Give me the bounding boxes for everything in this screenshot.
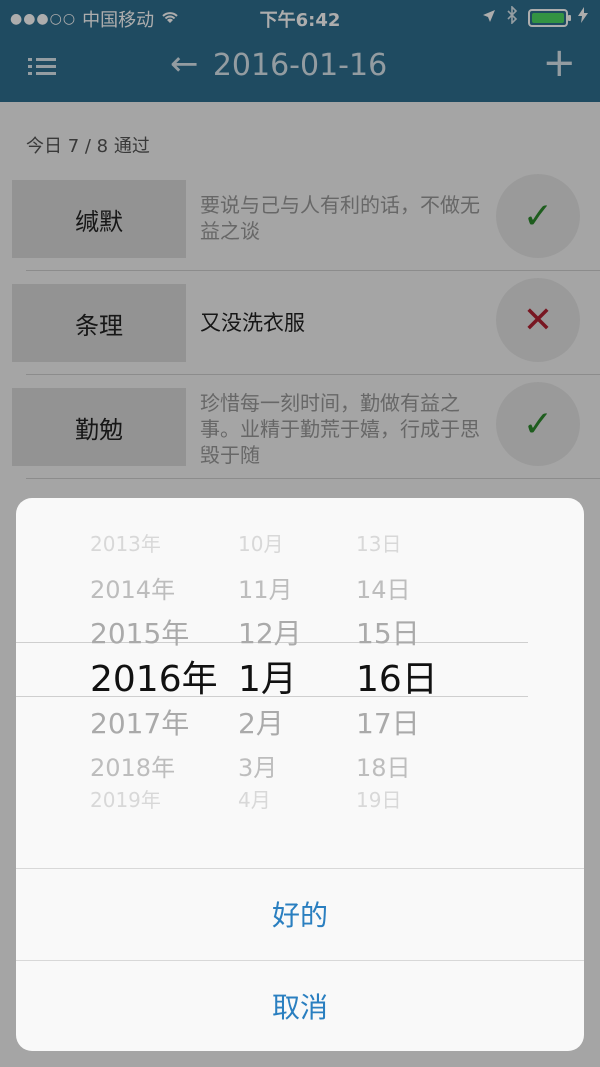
selected-month[interactable]: 1月 [238, 650, 297, 702]
year-option[interactable]: 2019年 [90, 784, 161, 813]
year-option[interactable]: 2014年 [90, 570, 175, 605]
day-option[interactable]: 15日 [356, 612, 420, 652]
date-picker-sheet: 2013年 2014年 2015年 2016年 2017年 2018年 2019… [16, 498, 584, 1051]
day-option[interactable]: 13日 [356, 528, 401, 557]
month-option[interactable]: 4月 [238, 784, 271, 813]
month-option[interactable]: 2月 [238, 702, 284, 742]
day-option[interactable]: 19日 [356, 784, 401, 813]
day-option[interactable]: 17日 [356, 702, 420, 742]
month-option[interactable]: 3月 [238, 748, 277, 783]
year-option[interactable]: 2018年 [90, 748, 175, 783]
date-picker[interactable]: 2013年 2014年 2015年 2016年 2017年 2018年 2019… [16, 498, 584, 868]
month-option[interactable]: 11月 [238, 570, 293, 605]
day-option[interactable]: 18日 [356, 748, 411, 783]
selected-day[interactable]: 16日 [356, 650, 438, 702]
day-option[interactable]: 14日 [356, 570, 411, 605]
month-option[interactable]: 10月 [238, 528, 283, 557]
year-option[interactable]: 2017年 [90, 702, 189, 742]
year-option[interactable]: 2013年 [90, 528, 161, 557]
ok-button[interactable]: 好的 [16, 868, 584, 958]
month-option[interactable]: 12月 [238, 612, 302, 652]
selected-year[interactable]: 2016年 [90, 650, 218, 702]
cancel-button[interactable]: 取消 [16, 960, 584, 1050]
year-option[interactable]: 2015年 [90, 612, 189, 652]
